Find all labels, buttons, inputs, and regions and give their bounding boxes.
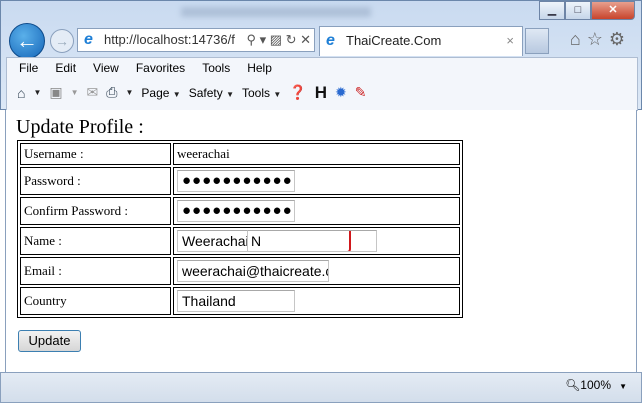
username-label: Username : — [20, 143, 171, 165]
tab-title: ThaiCreate.Com — [346, 33, 442, 48]
table-row: Username : weerachai — [20, 143, 460, 165]
tab-thaicreate[interactable]: e ThaiCreate.Com × — [319, 26, 523, 56]
tab-close-icon[interactable]: × — [506, 27, 514, 55]
ie-icon: e — [326, 32, 335, 49]
gear-icon[interactable]: ⚙ — [609, 29, 631, 49]
zoom-dropdown-icon[interactable]: ▼ — [619, 382, 627, 391]
new-tab-button[interactable] — [525, 28, 549, 54]
menu-tools[interactable]: Tools — [202, 60, 230, 78]
menu-view[interactable]: View — [93, 60, 119, 78]
page-content: Update Profile : Username : weerachai Pas… — [5, 110, 637, 372]
browser-chrome: ▁ □ ✕ ← → e http://localhost:14736/f ⚲ ▾… — [0, 0, 642, 111]
settings-badge-icon[interactable]: ✹ — [335, 84, 347, 101]
address-text: http://localhost:14736/f — [104, 32, 235, 47]
window-title — [181, 7, 371, 17]
confirm-password-input[interactable]: ●●●●●●●●●●●● — [177, 200, 295, 222]
h-icon[interactable]: H — [315, 83, 327, 103]
help-icon[interactable]: ❓ — [289, 84, 306, 101]
forward-button[interactable]: → — [50, 29, 74, 53]
zoom-level[interactable]: 🔍︎100% — [565, 378, 611, 392]
home-icon[interactable]: ⌂ — [17, 85, 25, 101]
menu-edit[interactable]: Edit — [55, 60, 76, 78]
password-label: Password : — [20, 167, 171, 195]
email-label: Email : — [20, 257, 171, 285]
address-bar[interactable]: e http://localhost:14736/f ⚲ ▾ ▨ ↻ ✕ — [77, 28, 315, 52]
print-icon[interactable]: ⎙ — [106, 84, 117, 101]
first-name-input[interactable]: Weerachai — [177, 230, 247, 252]
country-label: Country — [20, 287, 171, 315]
highlight-box — [248, 231, 351, 251]
menu-favorites[interactable]: Favorites — [136, 60, 185, 78]
update-button[interactable]: Update — [18, 330, 81, 352]
close-button[interactable]: ✕ — [591, 1, 635, 20]
ie-icon: e — [84, 31, 93, 48]
home-icon[interactable]: ⌂ — [570, 29, 587, 49]
table-row: Country Thailand — [20, 287, 460, 315]
page-title: Update Profile : — [16, 116, 144, 138]
name-label: Name : — [20, 227, 171, 255]
minimize-button[interactable]: ▁ — [539, 1, 565, 20]
menu-file[interactable]: File — [19, 60, 38, 78]
confirm-password-label: Confirm Password : — [20, 197, 171, 225]
status-bar: 🔍︎100% ▼ — [0, 372, 642, 403]
page-menu[interactable]: Page ▼ — [141, 86, 180, 100]
tools-menu[interactable]: Tools ▼ — [242, 86, 281, 100]
table-row: Password : ●●●●●●●●●●●● — [20, 167, 460, 195]
last-name-input[interactable]: N — [247, 230, 377, 252]
search-refresh-stop-icons[interactable]: ⚲ ▾ ▨ ↻ ✕ — [246, 29, 311, 51]
favorites-star-icon[interactable]: ☆ — [587, 29, 609, 49]
rss-feed-icon[interactable]: ▣ — [49, 84, 62, 101]
maximize-button[interactable]: □ — [565, 1, 591, 20]
table-row: Email : weerachai@thaicreate.cc — [20, 257, 460, 285]
command-bar: ⌂ ▼ ▣ ▼ ✉ ⎙ ▼ Page ▼ Safety ▼ Tools ▼ ❓ H ✹… — [17, 82, 367, 103]
menu-help[interactable]: Help — [247, 60, 272, 78]
note-icon[interactable]: ✎ — [355, 84, 367, 101]
email-input[interactable]: weerachai@thaicreate.cc — [177, 260, 329, 282]
table-row: Confirm Password : ●●●●●●●●●●●● — [20, 197, 460, 225]
password-input[interactable]: ●●●●●●●●●●●● — [177, 170, 295, 192]
menu-bar: File Edit View Favorites Tools Help ⌂ ▼ ▣… — [6, 57, 638, 111]
back-button[interactable]: ← — [9, 23, 45, 59]
safety-menu[interactable]: Safety ▼ — [189, 86, 234, 100]
username-value: weerachai — [173, 143, 460, 165]
country-input[interactable]: Thailand — [177, 290, 295, 312]
profile-form-table: Username : weerachai Password : ●●●●●●●●●●… — [17, 140, 463, 318]
table-row: Name : Weerachai N — [20, 227, 460, 255]
mail-icon[interactable]: ✉ — [87, 84, 99, 101]
